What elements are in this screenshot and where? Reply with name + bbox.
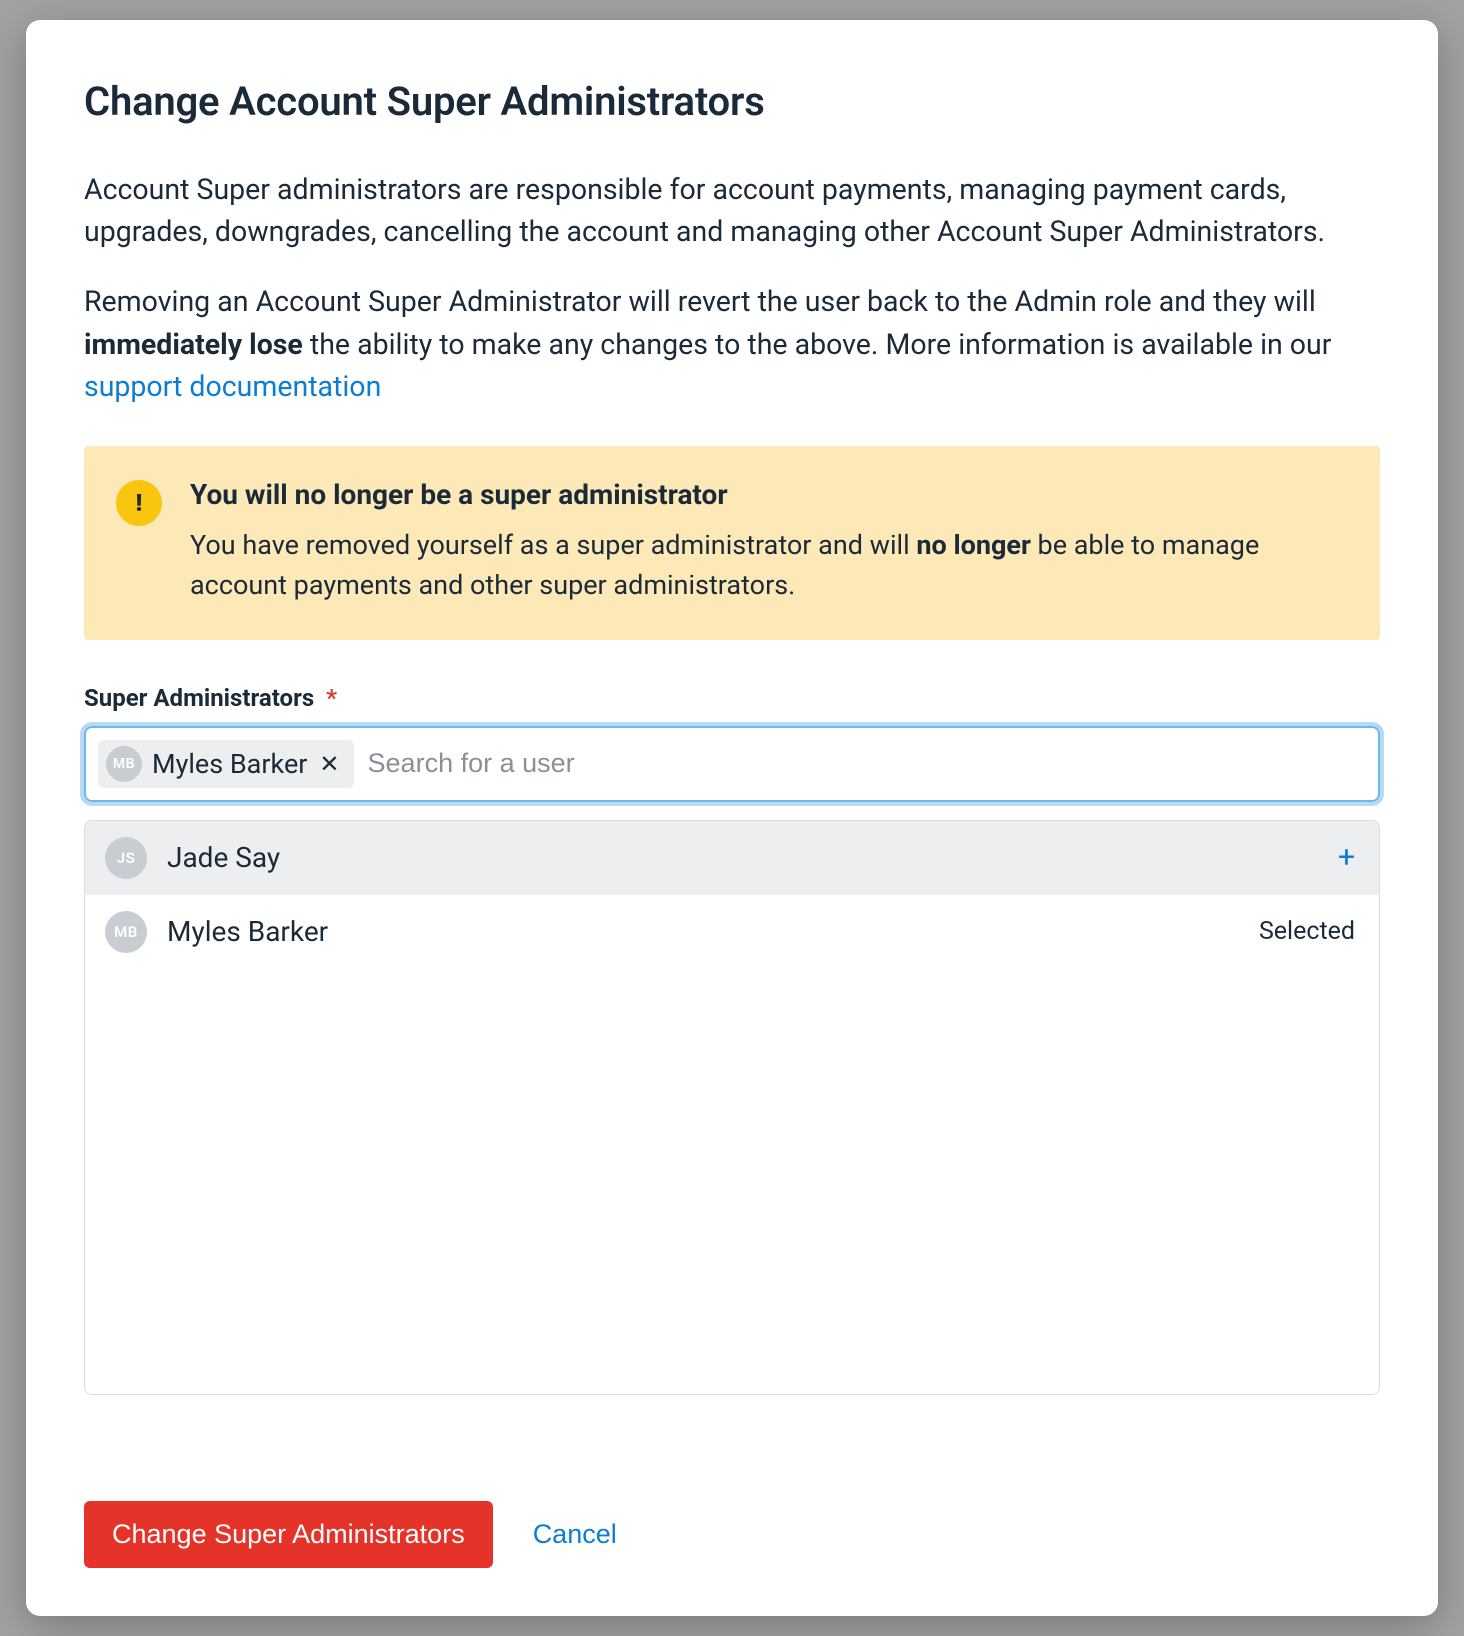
add-user-icon[interactable]: +: [1338, 840, 1355, 875]
intro-paragraph-1: Account Super administrators are respons…: [84, 169, 1380, 253]
selected-user-tag: MB Myles Barker ✕: [98, 740, 354, 788]
intro-p2-post: the ability to make any changes to the a…: [303, 328, 1332, 361]
warning-text-pre: You have removed yourself as a super adm…: [190, 529, 916, 561]
warning-title: You will no longer be a super administra…: [190, 478, 1342, 511]
avatar: MB: [106, 746, 142, 782]
modal-footer: Change Super Administrators Cancel: [84, 1461, 1380, 1568]
intro-p2-pre: Removing an Account Super Administrator …: [84, 285, 1316, 318]
selected-state-label: Selected: [1259, 917, 1355, 946]
remove-tag-icon[interactable]: ✕: [317, 752, 341, 776]
cancel-button[interactable]: Cancel: [533, 1519, 617, 1550]
avatar: MB: [105, 911, 147, 953]
superadmin-tag-input[interactable]: MB Myles Barker ✕: [84, 726, 1380, 802]
dropdown-item-selected[interactable]: MB Myles Barker Selected: [85, 895, 1379, 969]
warning-body: You will no longer be a super administra…: [190, 478, 1342, 606]
warning-text-strong: no longer: [916, 529, 1031, 561]
intro-p2-strong: immediately lose: [84, 328, 303, 361]
search-input[interactable]: [368, 748, 1366, 779]
field-label-text: Super Administrators: [84, 684, 314, 712]
dropdown-item-name: Jade Say: [167, 841, 1318, 874]
dropdown-item-available[interactable]: JS Jade Say +: [85, 821, 1379, 895]
warning-icon: !: [116, 480, 162, 526]
intro-paragraph-2: Removing an Account Super Administrator …: [84, 281, 1380, 408]
self-removal-warning: ! You will no longer be a super administ…: [84, 446, 1380, 640]
field-label: Super Administrators *: [84, 684, 1380, 712]
user-dropdown: JS Jade Say + MB Myles Barker Selected: [84, 820, 1380, 1395]
support-docs-link[interactable]: support documentation: [84, 370, 381, 403]
change-superadmins-modal: Change Account Super Administrators Acco…: [26, 20, 1438, 1616]
avatar: JS: [105, 837, 147, 879]
change-superadmins-button[interactable]: Change Super Administrators: [84, 1501, 493, 1568]
dropdown-item-name: Myles Barker: [167, 915, 1239, 948]
required-indicator: *: [326, 684, 337, 712]
tag-user-name: Myles Barker: [152, 748, 307, 780]
warning-text: You have removed yourself as a super adm…: [190, 525, 1342, 606]
modal-title: Change Account Super Administrators: [84, 78, 1380, 125]
